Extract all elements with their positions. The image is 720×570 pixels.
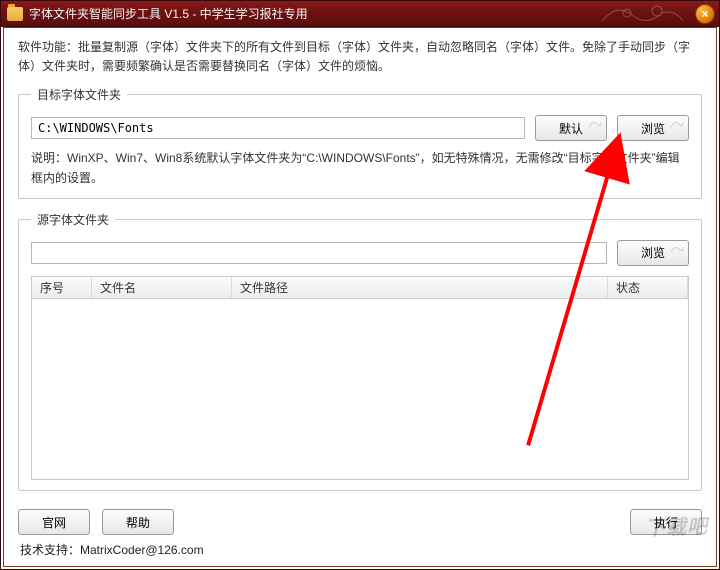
target-folder-group: 目标字体文件夹 默认 浏览 说明：WinXP、Win7、Win8系统默认字体文件…	[18, 86, 702, 198]
source-path-input[interactable]	[31, 242, 607, 264]
client-area: 软件功能：批量复制源（字体）文件夹下的所有文件到目标（字体）文件夹，自动忽略同名…	[3, 27, 717, 567]
execute-button[interactable]: 执行	[630, 509, 702, 535]
execute-button-label: 执行	[654, 516, 678, 530]
support-label: 技术支持：	[20, 543, 80, 557]
source-folder-group: 源字体文件夹 浏览 序号 文件名 文件路径 状态	[18, 211, 702, 491]
close-button[interactable]: ×	[695, 4, 715, 24]
support-line: 技术支持：MatrixCoder@126.com	[18, 539, 702, 560]
titlebar-ornament	[597, 1, 687, 27]
help-button[interactable]: 帮助	[102, 509, 174, 535]
target-path-input[interactable]	[31, 117, 525, 139]
default-button-label: 默认	[559, 122, 583, 136]
col-seq[interactable]: 序号	[32, 277, 92, 298]
source-browse-label: 浏览	[641, 246, 665, 260]
target-browse-label: 浏览	[641, 122, 665, 136]
website-button[interactable]: 官网	[18, 509, 90, 535]
list-body	[32, 299, 688, 479]
list-header: 序号 文件名 文件路径 状态	[32, 277, 688, 299]
source-group-legend: 源字体文件夹	[31, 211, 115, 228]
col-status[interactable]: 状态	[608, 277, 688, 298]
description-text: 软件功能：批量复制源（字体）文件夹下的所有文件到目标（字体）文件夹，自动忽略同名…	[18, 38, 702, 76]
support-email: MatrixCoder@126.com	[80, 543, 204, 557]
col-name[interactable]: 文件名	[92, 277, 232, 298]
default-button[interactable]: 默认	[535, 115, 607, 141]
window-title: 字体文件夹智能同步工具 V1.5 - 中学生学习报社专用	[29, 5, 308, 22]
target-browse-button[interactable]: 浏览	[617, 115, 689, 141]
close-icon: ×	[701, 8, 708, 20]
target-group-legend: 目标字体文件夹	[31, 86, 127, 103]
website-button-label: 官网	[42, 516, 66, 530]
col-path[interactable]: 文件路径	[232, 277, 608, 298]
target-note: 说明：WinXP、Win7、Win8系统默认字体文件夹为“C:\WINDOWS\…	[31, 149, 689, 187]
file-list: 序号 文件名 文件路径 状态	[31, 276, 689, 480]
source-browse-button[interactable]: 浏览	[617, 240, 689, 266]
titlebar: 字体文件夹智能同步工具 V1.5 - 中学生学习报社专用 ×	[1, 1, 719, 27]
app-window: 字体文件夹智能同步工具 V1.5 - 中学生学习报社专用 × 软件功能：批量复制…	[0, 0, 720, 570]
folder-icon	[7, 7, 23, 21]
help-button-label: 帮助	[126, 516, 150, 530]
bottom-bar: 官网 帮助 执行	[18, 503, 702, 539]
